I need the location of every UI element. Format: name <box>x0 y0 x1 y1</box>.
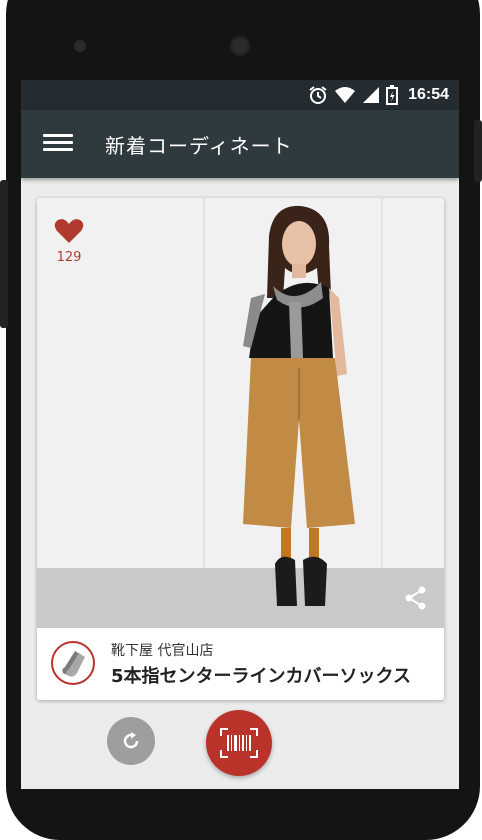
like-count: 129 <box>56 250 82 265</box>
model-figure <box>243 205 355 606</box>
outfit-photo[interactable]: 129 <box>37 198 444 628</box>
front-sensor <box>74 40 86 52</box>
phone-device: 16:54 新着コーディネート 129 靴下屋 代官山店 5本指センターラインカ… <box>0 0 482 840</box>
product-name: 5本指センターラインカバーソックス <box>111 666 411 687</box>
item-info-row[interactable]: 靴下屋 代官山店 5本指センターラインカバーソックス <box>37 628 444 700</box>
power-button <box>474 120 482 182</box>
volume-button <box>0 180 8 328</box>
signal-icon <box>363 87 380 103</box>
coordinate-card[interactable]: 129 靴下屋 代官山店 5本指センターラインカバーソックス <box>37 198 444 700</box>
like-button[interactable]: 129 <box>51 218 87 265</box>
heart-icon <box>54 219 84 243</box>
share-icon[interactable] <box>402 584 430 612</box>
barcode-scan-icon <box>220 728 258 758</box>
status-bar: 16:54 <box>21 80 459 110</box>
wifi-icon <box>335 87 356 103</box>
app-bar: 新着コーディネート <box>21 110 459 178</box>
socks-thumbnail <box>51 641 95 685</box>
screen: 16:54 新着コーディネート 129 靴下屋 代官山店 5本指センターラインカ… <box>21 80 459 789</box>
status-time: 16:54 <box>408 86 449 103</box>
shop-name: 靴下屋 代官山店 <box>111 643 214 659</box>
hamburger-menu-icon[interactable] <box>43 130 73 158</box>
front-camera <box>229 35 251 57</box>
battery-charging-icon <box>386 85 399 105</box>
refresh-icon <box>123 732 139 749</box>
page-title: 新着コーディネート <box>105 134 293 158</box>
refresh-button[interactable] <box>107 717 155 765</box>
barcode-scan-button[interactable] <box>206 710 272 776</box>
alarm-icon <box>309 86 327 104</box>
